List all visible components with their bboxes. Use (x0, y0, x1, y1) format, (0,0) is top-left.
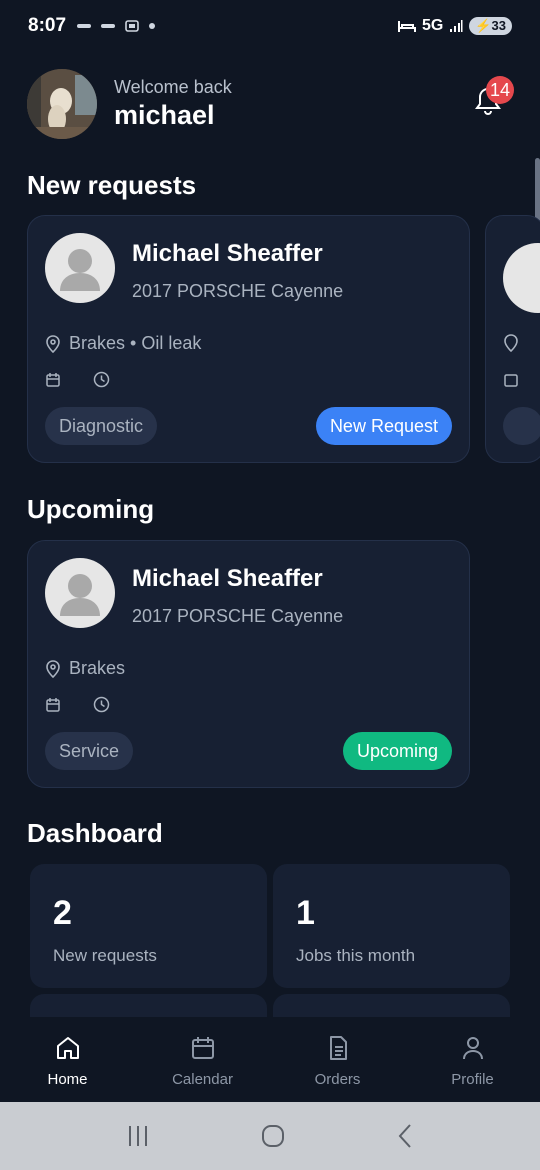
schedule-row (45, 371, 110, 388)
clock-icon (93, 696, 110, 713)
nav-item-orders[interactable]: Orders (270, 1017, 405, 1102)
vehicle-info: 2017 PORSCHE Cayenne (132, 281, 344, 301)
location-pin-icon (46, 334, 60, 353)
dashboard-value: 1 (296, 894, 315, 932)
dashboard-value: 2 (53, 894, 72, 932)
person-icon (462, 1037, 483, 1060)
dot-icon (149, 23, 156, 29)
network-label: 5G (422, 17, 444, 34)
signal-icon (450, 20, 463, 32)
welcome-text: Welcome back (114, 77, 232, 97)
upcoming-card[interactable]: Michael Sheaffer 2017 PORSCHE Cayenne Br… (27, 540, 470, 788)
location-pin-icon (46, 659, 60, 678)
vehicle-info: 2017 PORSCHE Cayenne (132, 606, 344, 626)
nav-label: Orders (314, 1071, 361, 1088)
screenshot-icon (125, 20, 139, 32)
dashboard-tile-new-requests[interactable]: 2 New requests (30, 864, 267, 988)
calendar-icon (504, 374, 518, 387)
status-pill-new-request[interactable]: New Request (315, 407, 452, 445)
service-type-chip: Diagnostic (45, 407, 158, 445)
battery-indicator: ⚡33 (469, 17, 512, 35)
status-pill-upcoming[interactable]: Upcoming (342, 732, 452, 770)
home-icon (56, 1037, 79, 1059)
schedule-row (45, 696, 110, 713)
issues-text: Brakes • Oil leak (69, 333, 202, 353)
car-icon (77, 24, 92, 28)
battery-level: 33 (491, 18, 506, 33)
status-time: 8:07 (28, 15, 67, 36)
service-type-chip (503, 407, 540, 445)
status-bar: 8:07 5G ⚡33 (0, 0, 540, 52)
notifications-button[interactable]: 14 (473, 76, 514, 118)
avatar[interactable] (27, 69, 97, 139)
person-placeholder-icon (60, 249, 100, 291)
nav-label: Calendar (172, 1071, 233, 1088)
welcome-block: Welcome back michael (114, 77, 232, 131)
status-notification-icons (76, 18, 156, 34)
calendar-icon (191, 1037, 214, 1059)
car-icon (101, 24, 116, 28)
customer-name: Michael Sheaffer (132, 565, 323, 592)
status-right: 5G ⚡33 (398, 17, 512, 35)
calendar-icon (46, 372, 60, 387)
avatar-dog-photo (27, 69, 97, 139)
clock-icon (93, 371, 110, 388)
dashboard-label: Jobs this month (296, 946, 416, 965)
service-type-chip: Service (45, 732, 134, 770)
nav-item-profile[interactable]: Profile (405, 1017, 540, 1102)
header: Welcome back michael 14 (27, 68, 514, 140)
issues-row: Brakes • Oil leak (45, 333, 201, 354)
nav-item-calendar[interactable]: Calendar (135, 1017, 270, 1102)
dashboard-label: New requests (53, 946, 157, 965)
person-placeholder-icon (60, 574, 100, 616)
nav-item-home[interactable]: Home (0, 1017, 135, 1102)
customer-avatar (45, 558, 115, 628)
customer-avatar (503, 243, 540, 313)
user-name: michael (114, 100, 215, 130)
back-icon[interactable] (395, 1123, 415, 1149)
system-navigation-bar (0, 1102, 540, 1170)
issues-text: Brakes (69, 658, 126, 678)
document-icon (329, 1036, 347, 1060)
issues-row: Brakes (45, 658, 125, 679)
new-request-card[interactable]: Michael Sheaffer 2017 PORSCHE Cayenne Br… (27, 215, 470, 463)
section-title-upcoming: Upcoming (27, 494, 155, 524)
customer-avatar (45, 233, 115, 303)
bottom-navigation: Home Calendar Orders Profile (0, 1017, 540, 1102)
nav-label: Profile (451, 1071, 494, 1088)
recent-apps-icon[interactable] (125, 1124, 151, 1148)
section-title-new-requests: New requests (27, 170, 197, 200)
notification-badge: 14 (486, 76, 514, 104)
dashboard-tile-jobs-this-month[interactable]: 1 Jobs this month (273, 864, 510, 988)
customer-name: Michael Sheaffer (132, 240, 323, 267)
next-request-card-peek[interactable] (485, 215, 540, 463)
location-pin-icon (504, 334, 518, 352)
home-button-icon[interactable] (260, 1123, 286, 1149)
section-title-dashboard: Dashboard (27, 818, 163, 848)
nav-label: Home (47, 1071, 88, 1088)
calendar-icon (46, 697, 60, 712)
bed-icon (398, 21, 416, 32)
